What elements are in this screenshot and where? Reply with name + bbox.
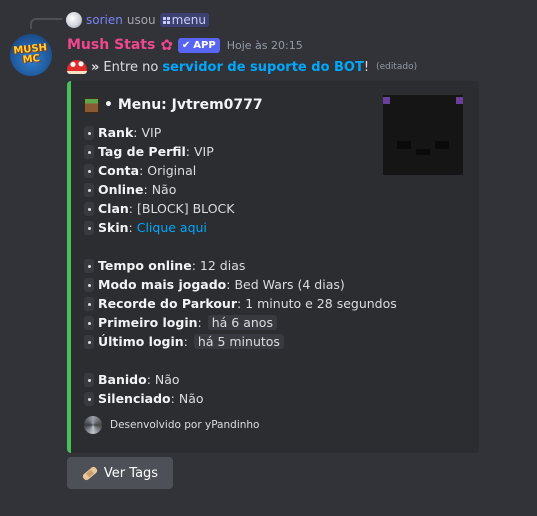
footer-avatar bbox=[84, 416, 102, 434]
slash-command[interactable]: menu bbox=[159, 13, 209, 27]
skin-eye bbox=[435, 141, 449, 149]
field-value: Original bbox=[147, 163, 197, 178]
app-badge-label: APP bbox=[193, 39, 216, 51]
field-value: Bed Wars (4 dias) bbox=[234, 277, 345, 292]
field-value: Não bbox=[178, 391, 204, 406]
field-key: Recorde do Parkour bbox=[98, 296, 237, 311]
field-key: Modo mais jogado bbox=[98, 277, 227, 292]
bullet-icon bbox=[84, 144, 94, 159]
content-suffix: ! bbox=[363, 59, 370, 75]
bot-avatar[interactable]: MUSH MC bbox=[10, 34, 52, 76]
content-prefix: » bbox=[91, 59, 100, 75]
view-tags-button[interactable]: Ver Tags bbox=[67, 457, 173, 489]
bullet-icon bbox=[84, 277, 94, 292]
bullet-icon bbox=[84, 315, 94, 330]
mushroom-icon bbox=[67, 60, 87, 74]
field-key: Conta bbox=[98, 163, 140, 178]
reply-reference[interactable]: sorien usou menu bbox=[66, 11, 209, 29]
message-header: Mush Stats ✿ ✔ APP Hoje às 20:15 bbox=[67, 36, 303, 54]
field-value: Não bbox=[151, 182, 177, 197]
field-key: Primeiro login bbox=[98, 315, 198, 330]
check-icon: ✔ bbox=[181, 39, 191, 51]
field-online: Online: Não bbox=[84, 180, 397, 199]
first-login-timestamp[interactable]: há 6 anos bbox=[207, 315, 277, 330]
support-server-link[interactable]: servidor de suporte do BOT bbox=[162, 60, 364, 75]
bullet-icon bbox=[84, 258, 94, 273]
bullet-icon bbox=[84, 391, 94, 406]
field-value: Não bbox=[154, 372, 180, 387]
reply-avatar[interactable] bbox=[66, 12, 82, 28]
skin-pixel bbox=[456, 97, 463, 104]
field-clan: Clan: [BLOCK] BLOCK bbox=[84, 199, 397, 218]
field-value: [BLOCK] BLOCK bbox=[137, 201, 235, 216]
field-rank: Rank: VIP bbox=[84, 123, 397, 142]
embed-title-text: • Menu: Jvtrem0777 bbox=[104, 97, 263, 113]
field-parkour-record: Recorde do Parkour: 1 minuto e 28 segund… bbox=[84, 294, 397, 313]
field-banned: Banido: Não bbox=[84, 370, 397, 389]
field-key: Clan bbox=[98, 201, 129, 216]
reply-verb: usou bbox=[126, 13, 156, 27]
embed-title: • Menu: Jvtrem0777 bbox=[84, 97, 263, 113]
flower-icon: ✿ bbox=[160, 36, 173, 54]
field-key: Tag de Perfil bbox=[98, 144, 186, 159]
field-account: Conta: Original bbox=[84, 161, 397, 180]
field-value: VIP bbox=[194, 144, 214, 159]
command-name: menu bbox=[171, 13, 206, 27]
bullet-icon bbox=[84, 125, 94, 140]
footer-text: Desenvolvido por yPandinho bbox=[110, 419, 260, 431]
field-last-login: Último login: há 5 minutos bbox=[84, 332, 397, 351]
embed-fields: Rank: VIP Tag de Perfil: VIP Conta: Orig… bbox=[84, 123, 397, 408]
field-key: Online bbox=[98, 182, 144, 197]
bandage-icon bbox=[81, 465, 99, 481]
field-key: Silenciado bbox=[98, 391, 171, 406]
message-content: » Entre no servidor de suporte do BOT! (… bbox=[67, 58, 417, 76]
mush-logo: MUSH MC bbox=[13, 42, 49, 66]
field-key: Último login bbox=[98, 334, 184, 349]
edited-label: (editado) bbox=[376, 62, 418, 72]
command-icon bbox=[162, 16, 170, 24]
bullet-icon bbox=[84, 220, 94, 235]
bullet-icon bbox=[84, 372, 94, 387]
profile-embed: • Menu: Jvtrem0777 Rank: VIP Tag de Perf… bbox=[67, 81, 479, 453]
field-muted: Silenciado: Não bbox=[84, 389, 397, 408]
grass-block-icon bbox=[84, 97, 99, 113]
field-key: Rank bbox=[98, 125, 134, 140]
field-profile-tag: Tag de Perfil: VIP bbox=[84, 142, 397, 161]
field-value: VIP bbox=[141, 125, 162, 140]
skin-eye bbox=[397, 141, 411, 149]
bullet-icon bbox=[84, 163, 94, 178]
bot-username[interactable]: Mush Stats bbox=[67, 37, 155, 53]
view-tags-label: Ver Tags bbox=[103, 465, 159, 481]
skin-mouth bbox=[416, 149, 430, 155]
field-key: Tempo online bbox=[98, 258, 192, 273]
field-most-played: Modo mais jogado: Bed Wars (4 dias) bbox=[84, 275, 397, 294]
field-first-login: Primeiro login: há 6 anos bbox=[84, 313, 397, 332]
bullet-icon bbox=[84, 201, 94, 216]
bullet-icon bbox=[84, 296, 94, 311]
bullet-icon bbox=[84, 182, 94, 197]
app-badge: ✔ APP bbox=[177, 37, 220, 53]
skin-pixel bbox=[383, 97, 390, 104]
field-key: Skin bbox=[98, 220, 129, 235]
reply-username[interactable]: sorien bbox=[86, 13, 123, 27]
last-login-timestamp[interactable]: há 5 minutos bbox=[193, 334, 284, 349]
message-timestamp[interactable]: Hoje às 20:15 bbox=[227, 39, 303, 52]
reply-connector bbox=[30, 18, 62, 29]
skin-link[interactable]: Clique aqui bbox=[137, 220, 207, 235]
field-online-time: Tempo online: 12 dias bbox=[84, 256, 397, 275]
field-value: 12 dias bbox=[199, 258, 246, 273]
content-text: Entre no bbox=[103, 59, 159, 75]
field-key: Banido bbox=[98, 372, 147, 387]
bullet-icon bbox=[84, 334, 94, 349]
embed-footer: Desenvolvido por yPandinho bbox=[84, 416, 259, 434]
field-skin: Skin: Clique aqui bbox=[84, 218, 397, 237]
field-value: 1 minuto e 28 segundos bbox=[245, 296, 397, 311]
